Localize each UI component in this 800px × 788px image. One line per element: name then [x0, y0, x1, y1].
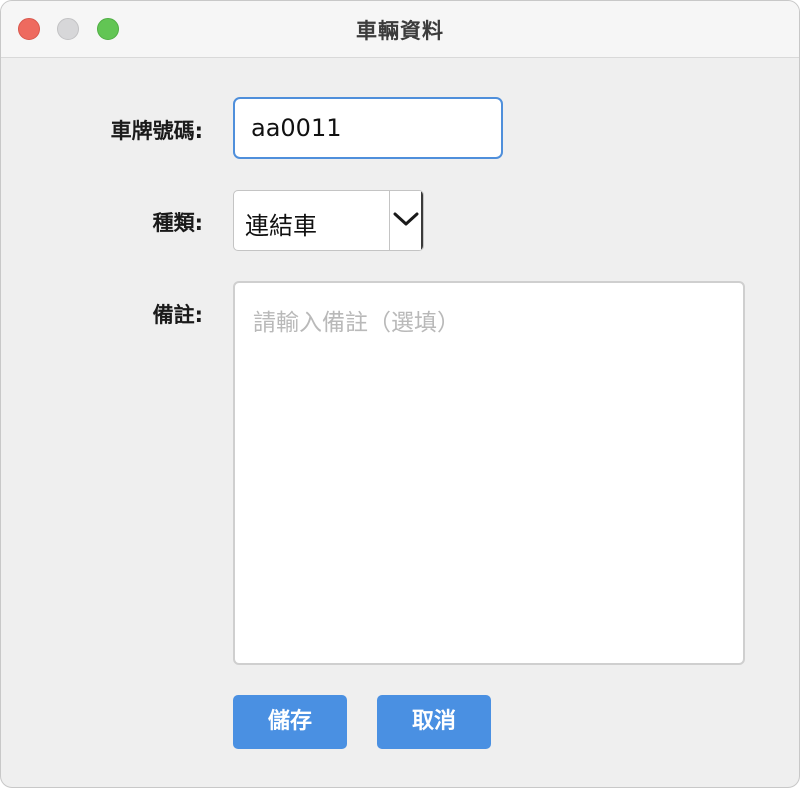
cancel-button[interactable]: 取消	[377, 695, 491, 749]
vehicle-type-selected-value: 連結車	[245, 212, 317, 240]
plate-number-input[interactable]	[233, 97, 503, 159]
title-bar[interactable]: 車輛資料	[1, 1, 799, 58]
plate-label: 車牌號碼:	[110, 119, 203, 143]
notes-textarea[interactable]	[233, 281, 745, 665]
select-dropdown-toggle[interactable]	[389, 191, 423, 250]
vehicle-type-select[interactable]: 連結車	[233, 190, 424, 251]
window-title: 車輛資料	[356, 19, 444, 43]
dialog-window: 車輛資料 車牌號碼: 種類: 連結車 備註: 儲存 取消	[0, 0, 800, 788]
save-button[interactable]: 儲存	[233, 695, 347, 749]
chevron-down-icon	[393, 212, 419, 226]
type-label: 種類:	[152, 211, 203, 235]
notes-label: 備註:	[152, 303, 203, 327]
